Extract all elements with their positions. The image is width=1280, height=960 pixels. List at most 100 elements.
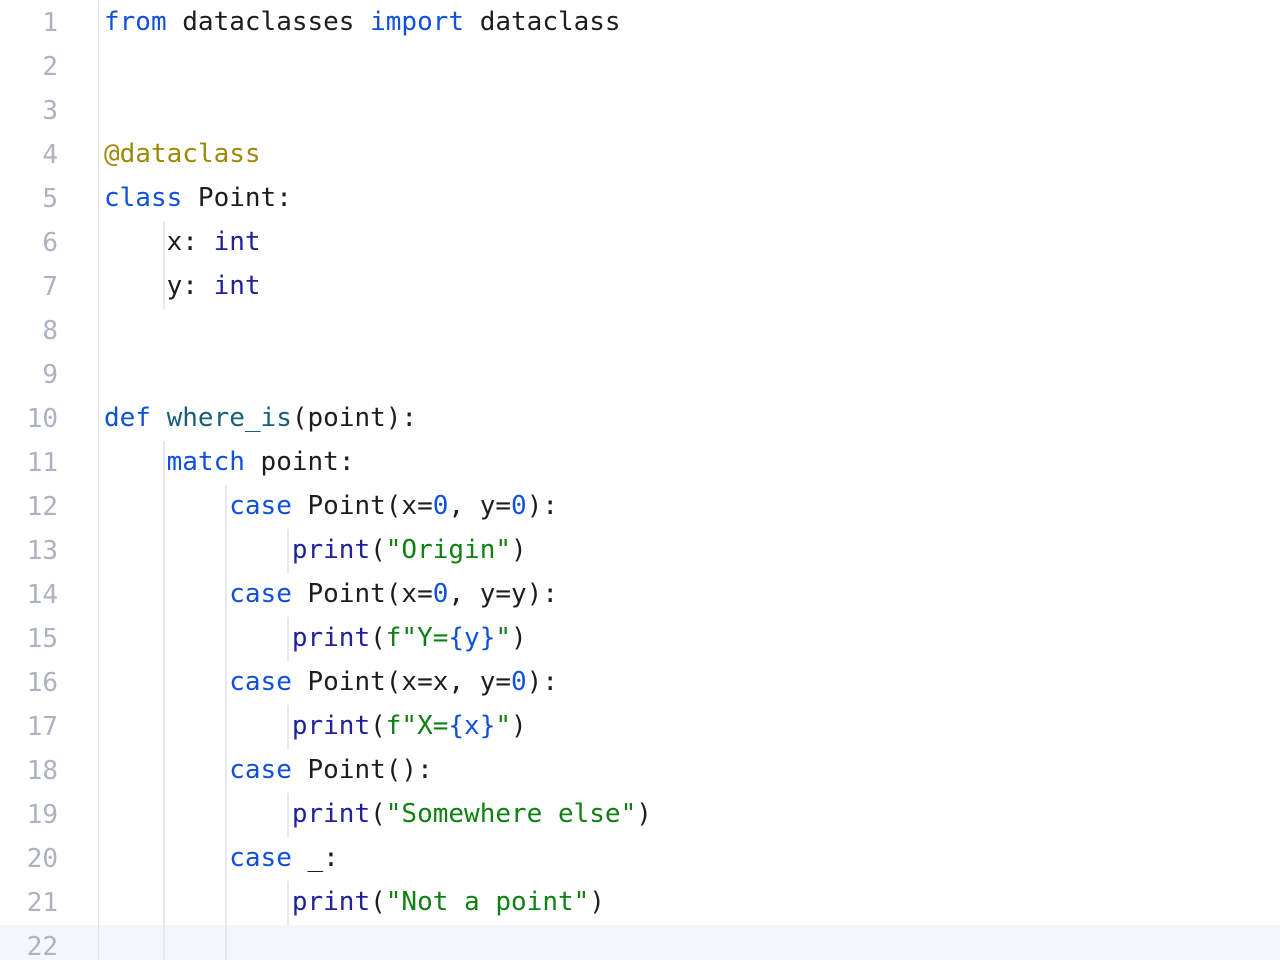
code-line[interactable] [104,308,652,352]
line-number[interactable]: 4 [0,133,58,177]
token-pl: ) [511,623,527,653]
code-line[interactable]: y: int [104,264,652,308]
line-number[interactable]: 1 [0,1,58,45]
line-number[interactable]: 19 [0,793,58,837]
code-line[interactable]: case _: [104,836,652,880]
code-line[interactable]: print(f"X={x}") [104,704,652,748]
token-dec: @dataclass [104,139,261,169]
line-number[interactable]: 11 [0,441,58,485]
line-number[interactable]: 18 [0,749,58,793]
code-line[interactable]: print("Origin") [104,528,652,572]
code-line[interactable]: x: int [104,220,652,264]
token-kw: case [229,667,292,697]
token-pl: ( [370,711,386,741]
code-line[interactable]: print("Somewhere else") [104,792,652,836]
token-kw: case [229,755,292,785]
line-number[interactable]: 15 [0,617,58,661]
code-line[interactable]: case Point(): [104,748,652,792]
code-line[interactable]: @dataclass [104,132,652,176]
token-pl: ) [511,535,527,565]
token-pl: dataclass [464,7,621,37]
token-bi: print [291,799,371,829]
token-pl: ( [370,887,386,917]
token-str: " [495,623,512,653]
line-number[interactable]: 7 [0,265,58,309]
token-pl: _: [291,843,339,873]
code-line[interactable]: print("Not a point") [104,880,652,924]
token-kw: match [166,447,245,477]
token-pl: ) [589,887,605,917]
token-pl: ( [370,623,386,653]
token-pl: x: [104,227,214,257]
line-number[interactable]: 12 [0,485,58,529]
line-number[interactable]: 6 [0,221,58,265]
line-number[interactable]: 14 [0,573,58,617]
code-line[interactable]: match point: [104,440,652,484]
token-pl: ( [370,535,386,565]
code-line[interactable]: class Point: [104,176,652,220]
token-pl: ): [526,491,558,521]
line-number[interactable]: 10 [0,397,58,441]
token-str: "Somewhere else" [385,799,637,829]
token-brace: {y} [448,623,496,653]
token-kw: case [229,491,292,521]
line-number[interactable]: 22 [0,925,58,960]
token-kw: case [229,579,292,609]
line-number[interactable]: 5 [0,177,58,221]
token-num: 0 [432,579,449,609]
code-line[interactable]: def where_is(point): [104,396,652,440]
token-str: "Origin" [385,535,512,565]
line-number-gutter[interactable]: 1 2 3 4 5 6 7 8 9 10 11 12 13 14 15 16 17 18 19 20 21 22 [0,0,98,960]
token-bi: int [213,271,261,301]
token-str: f"Y= [385,623,449,653]
code-content[interactable]: from dataclasses import dataclass @datac… [104,0,652,960]
code-line[interactable]: print(f"Y={y}") [104,616,652,660]
token-brace: {x} [448,711,496,741]
token-pl: (point): [291,403,418,433]
line-number[interactable]: 2 [0,45,58,89]
line-number[interactable]: 20 [0,837,58,881]
token-pl: y: [104,271,214,301]
token-pl: ( [370,799,386,829]
line-number[interactable]: 13 [0,529,58,573]
token-pl: , y= [448,491,512,521]
code-line[interactable] [104,352,652,396]
token-bi: print [291,535,371,565]
code-line[interactable]: case Point(x=x, y=0): [104,660,652,704]
code-line[interactable]: case Point(x=0, y=y): [104,572,652,616]
token-bi: print [291,711,371,741]
code-line[interactable] [104,44,652,88]
token-num: 0 [432,491,449,521]
line-number[interactable]: 9 [0,353,58,397]
token-kw: case [229,843,292,873]
token-kw: from [104,7,167,37]
token-kw: import [370,7,465,37]
token-num: 0 [511,667,527,697]
token-pl: dataclasses [166,7,371,37]
code-line[interactable]: case Point(x=0, y=0): [104,484,652,528]
line-number[interactable]: 3 [0,89,58,133]
token-kw: class [104,183,183,213]
line-number[interactable]: 16 [0,661,58,705]
token-pl: ) [636,799,652,829]
token-pl: point: [244,447,355,477]
line-number[interactable]: 17 [0,705,58,749]
line-number[interactable]: 21 [0,881,58,925]
token-num: 0 [511,491,527,521]
line-number[interactable]: 8 [0,309,58,353]
token-bi: int [213,227,261,257]
code-editor[interactable]: 1 2 3 4 5 6 7 8 9 10 11 12 13 14 15 16 17 18 19 20 21 22 from… [0,0,1280,960]
code-line[interactable] [104,924,652,960]
token-pl: Point(x=x, y= [291,667,512,697]
token-pl: Point(): [291,755,433,785]
code-line[interactable]: from dataclasses import dataclass [104,0,652,44]
code-line[interactable] [104,88,652,132]
